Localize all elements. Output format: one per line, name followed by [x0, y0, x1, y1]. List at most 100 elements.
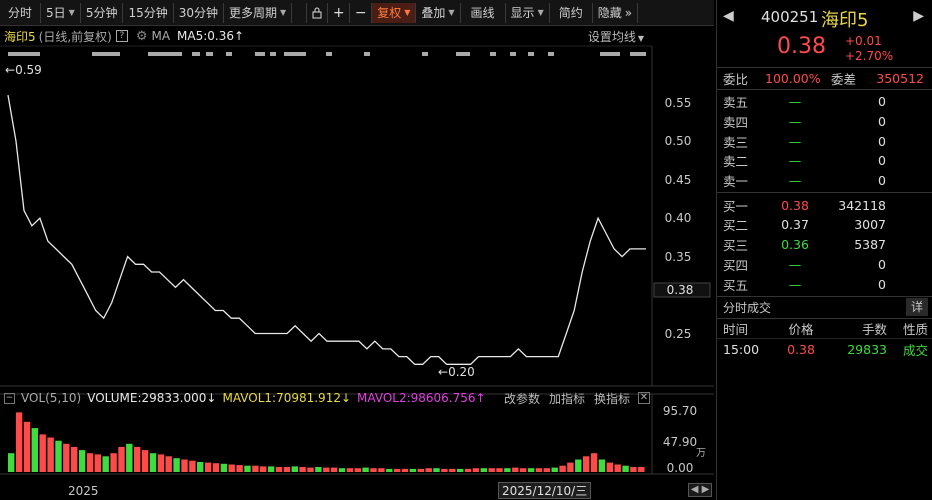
- sell-book: 卖五 — 0 卖四 — 0 卖三 — 0 卖二 — 0 卖一 — 0: [717, 90, 932, 194]
- trades-detail-button[interactable]: 详: [906, 298, 928, 317]
- period-30min[interactable]: 30分钟: [174, 2, 225, 23]
- volume-bar: [220, 463, 228, 472]
- high-annotation: ←0.59: [5, 63, 42, 77]
- chevron-down-icon: ▼: [448, 7, 455, 17]
- volume-bar: [173, 458, 180, 472]
- event-marker: [226, 52, 232, 56]
- volume-bar: [55, 440, 62, 472]
- volume-bar: [118, 446, 125, 472]
- event-marker: [600, 52, 620, 56]
- period-5day[interactable]: 5日 ▼: [41, 2, 81, 23]
- event-marker: [456, 52, 470, 56]
- trade-volume: 29833: [847, 342, 887, 358]
- event-marker: [548, 52, 554, 56]
- prev-stock-icon[interactable]: ◀: [723, 8, 734, 24]
- volume-axis-label: 0.00: [667, 461, 694, 475]
- price-change-pct: +2.70%: [845, 49, 894, 63]
- weibi-row: 委比 100.00% 委差 350512: [717, 68, 932, 90]
- chart-toolbar: 分时 5日 ▼ 5分钟 15分钟 30分钟 更多周期 ▼ + − 复权 ▼ 叠加 ▼ 画…: [0, 0, 714, 26]
- buy-book: 买一 0.38 342118 买二 0.37 3007 买三 0.36 5387 买四 — 0 买五 — 0: [717, 193, 932, 297]
- sell-price: —: [788, 94, 802, 110]
- volume-info-bar: − VOL(5,10) VOLUME:29833.000 ↓ MAVOL1:70…: [0, 388, 652, 408]
- col-time: 时间: [723, 321, 749, 337]
- volume-bar: [323, 467, 330, 472]
- period-5min[interactable]: 5分钟: [81, 2, 124, 23]
- price-axis-label: 0.50: [665, 134, 692, 148]
- volume-bar: [252, 465, 259, 472]
- collapse-icon[interactable]: −: [4, 392, 15, 404]
- chevron-down-icon: ▼: [280, 7, 287, 17]
- jianyue-button[interactable]: 简约: [550, 2, 593, 23]
- sell-price: —: [788, 153, 802, 169]
- volume-bar: [425, 468, 432, 472]
- volume-bar: [409, 468, 417, 472]
- volume-bar: [394, 468, 401, 472]
- zoom-out-button[interactable]: −: [350, 2, 373, 23]
- volume-bar: [244, 465, 251, 472]
- yincang-button[interactable]: 隐藏»: [593, 2, 639, 23]
- fuquan-dropdown[interactable]: 复权 ▼: [372, 2, 417, 23]
- next-stock-icon[interactable]: ▶: [913, 8, 924, 24]
- col-type: 性质: [902, 321, 928, 337]
- trade-type: 成交: [902, 343, 928, 359]
- volume-bar: [480, 468, 487, 472]
- chevron-down-icon: ▼: [404, 7, 411, 17]
- diejia-dropdown[interactable]: 叠加 ▼: [416, 2, 461, 23]
- scroll-left-icon[interactable]: ◀ ▶: [688, 483, 712, 497]
- sell-label: 卖一: [723, 174, 749, 190]
- volume-bar: [386, 468, 393, 472]
- period-15min[interactable]: 15分钟: [123, 2, 174, 23]
- volume-bar: [512, 467, 519, 472]
- zoom-in-button[interactable]: +: [328, 2, 351, 23]
- volume-bar: [15, 412, 23, 472]
- event-marker: [206, 52, 213, 56]
- fuquan-label: 复权: [377, 5, 402, 20]
- sell-volume: 0: [878, 153, 886, 169]
- buy-price: —: [788, 256, 802, 272]
- volume-bar: [204, 462, 212, 472]
- volume-bar: [504, 468, 511, 472]
- event-marker: [270, 52, 276, 56]
- buy-volume: 0: [878, 256, 886, 272]
- trades-columns: 时间 价格 手数 性质: [717, 319, 932, 339]
- event-marker: [255, 52, 265, 56]
- year-label: 2025: [68, 484, 99, 498]
- buy-price: —: [788, 276, 802, 292]
- volume-unit: 万: [696, 448, 706, 459]
- volume-bar: [8, 453, 15, 472]
- volume-bar: [63, 443, 70, 472]
- change-params-button[interactable]: 改参数: [504, 390, 540, 407]
- trade-price: 0.38: [787, 342, 815, 358]
- volume-bar: [23, 421, 31, 472]
- period-fenshi[interactable]: 分时: [0, 2, 42, 23]
- huaxian-button[interactable]: 画线: [461, 2, 506, 23]
- double-chevron-right-icon: »: [624, 5, 633, 20]
- period-more[interactable]: 更多周期 ▼: [224, 2, 293, 23]
- price-axis-label: 0.55: [665, 96, 692, 110]
- lock-icon[interactable]: [306, 2, 329, 23]
- volume-bar: [31, 428, 38, 472]
- volume-bar: [181, 459, 188, 472]
- stock-code: 400251: [761, 8, 819, 26]
- event-marker: [364, 52, 370, 56]
- price-chart[interactable]: 0.55 0.50 0.45 0.40 0.35 0.25 0.38 ←0.59 ←0.2…: [0, 26, 714, 500]
- sell-label: 卖二: [723, 154, 749, 170]
- switch-indicator-button[interactable]: 换指标: [594, 390, 630, 407]
- close-icon[interactable]: ✕: [638, 392, 650, 404]
- volume-bar: [260, 466, 267, 472]
- volume-bar: [236, 465, 243, 472]
- last-price: 0.38: [777, 34, 826, 59]
- volume-bar: [583, 456, 590, 472]
- period-more-label: 更多周期: [229, 5, 278, 20]
- add-indicator-button[interactable]: 加指标: [549, 390, 585, 407]
- sell-volume: 0: [878, 114, 886, 130]
- chevron-down-icon: ▼: [537, 7, 544, 17]
- mavol2-arrow-icon: ↑: [475, 391, 486, 405]
- sell-label: 卖五: [723, 95, 749, 111]
- buy-volume: 3007: [854, 217, 886, 233]
- buy-row: 买二 0.37 3007: [717, 215, 932, 235]
- xianshi-dropdown[interactable]: 显示 ▼: [506, 2, 550, 23]
- weicha-value: 350512: [876, 71, 924, 86]
- volume-bar: [165, 456, 172, 472]
- buy-row: 买一 0.38 342118: [717, 195, 932, 215]
